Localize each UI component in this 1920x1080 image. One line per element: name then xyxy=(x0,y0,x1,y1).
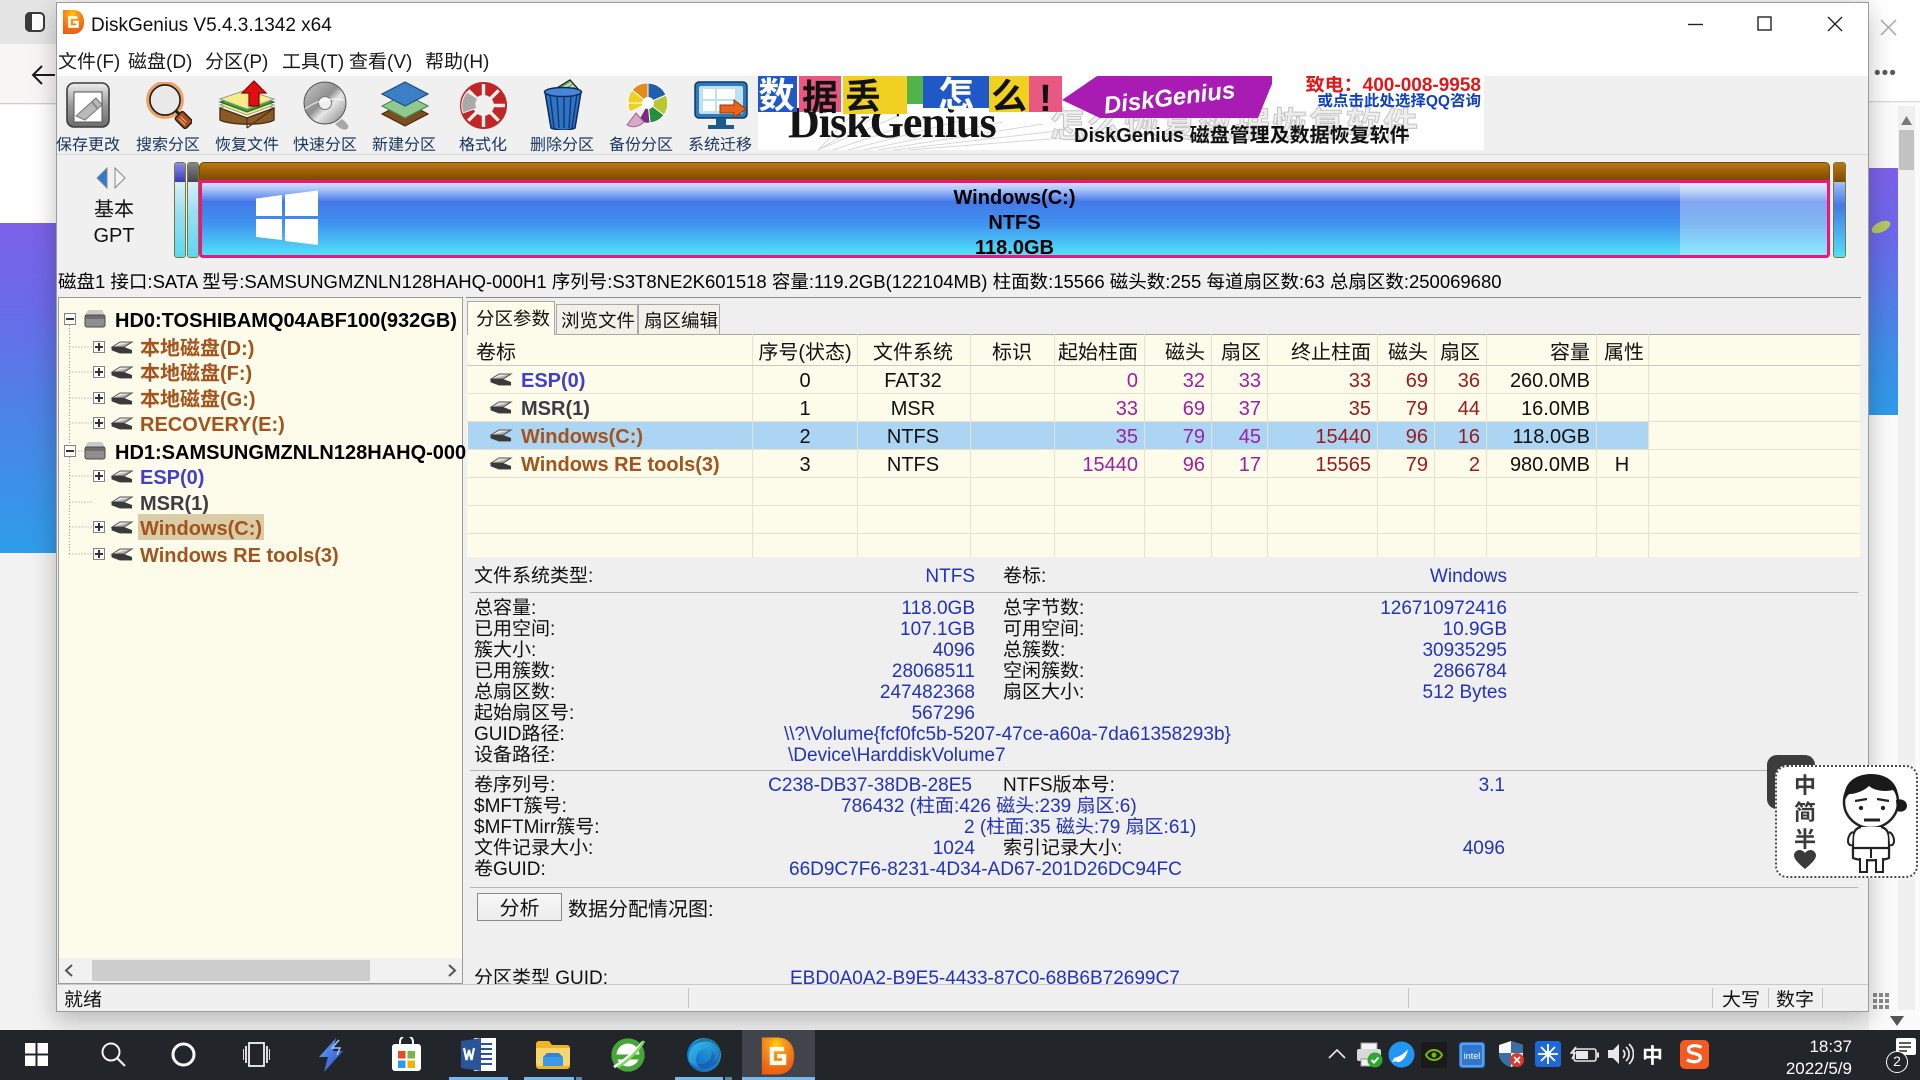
svg-text:intel: intel xyxy=(1464,1051,1481,1061)
